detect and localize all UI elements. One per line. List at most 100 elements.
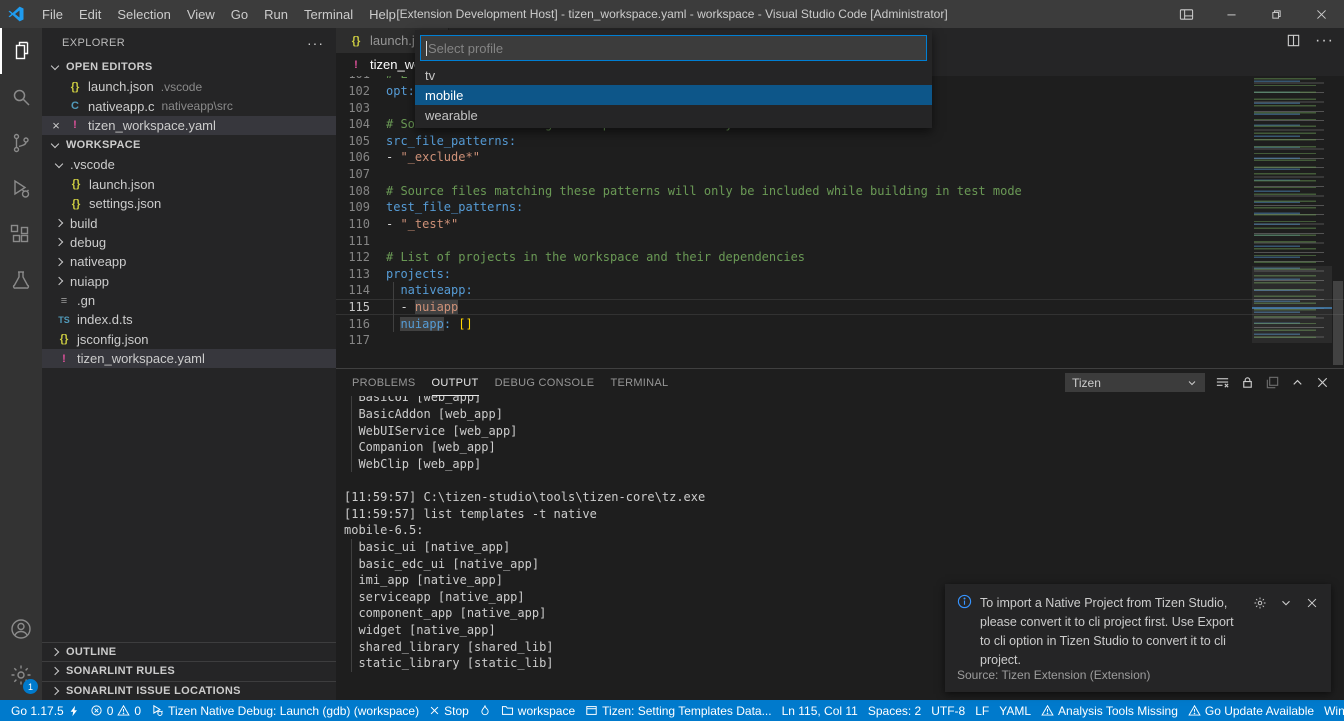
section-sonarlint-issue-locations[interactable]: SONARLINT ISSUE LOCATIONS: [42, 681, 336, 700]
output-indent-guide: [351, 622, 352, 639]
tree-item-jsconfig-json[interactable]: {}jsconfig.json: [42, 330, 336, 349]
workspace-header[interactable]: WORKSPACE: [42, 135, 336, 155]
code-line-114[interactable]: 114 nativeapp:: [336, 282, 1344, 299]
code-line-116[interactable]: 116 nuiapp: []: [336, 315, 1344, 332]
code-line-108[interactable]: 108# Source files matching these pattern…: [336, 182, 1344, 199]
tree-item-launch-json[interactable]: {}launch.json: [42, 175, 336, 194]
statusbar-eol[interactable]: LF: [970, 700, 994, 721]
statusbar-go-version[interactable]: Go 1.17.5: [6, 700, 85, 721]
code-line-115[interactable]: 115 - nuiapp: [336, 299, 1344, 316]
activity-test-beaker-icon[interactable]: [0, 258, 42, 304]
editor-scrollbar[interactable]: [1332, 76, 1344, 368]
quick-pick-option-wearable[interactable]: wearable: [415, 105, 932, 125]
output-channel-select[interactable]: Tizen: [1065, 373, 1205, 392]
notification-chevron-down-icon[interactable]: [1279, 596, 1293, 670]
activity-source-control-icon[interactable]: [0, 120, 42, 166]
statusbar-encoding[interactable]: UTF-8: [926, 700, 970, 721]
tree-item-tizen_workspace-yaml[interactable]: !tizen_workspace.yaml: [42, 349, 336, 368]
notification-source: Source: Tizen Extension (Extension): [957, 668, 1150, 682]
lock-scroll-icon[interactable]: [1240, 375, 1255, 390]
code-line-106[interactable]: 106- "_exclude*": [336, 149, 1344, 166]
statusbar-flame[interactable]: [474, 700, 496, 721]
tree-item--vscode[interactable]: .vscode: [42, 155, 336, 174]
menu-go[interactable]: Go: [223, 0, 256, 28]
close-editor-icon[interactable]: ×: [48, 118, 64, 133]
panel-tab-terminal[interactable]: TERMINAL: [610, 369, 668, 396]
panel-tab-output[interactable]: OUTPUT: [432, 369, 479, 396]
statusbar-analysis-tools[interactable]: Analysis Tools Missing: [1036, 700, 1183, 721]
code-line-107[interactable]: 107: [336, 166, 1344, 183]
activity-explorer-icon[interactable]: [0, 28, 42, 74]
open-editors-header[interactable]: OPEN EDITORS: [42, 57, 336, 77]
open-editor-launch-json[interactable]: {}launch.json.vscode: [42, 77, 336, 96]
statusbar-cursor-position[interactable]: Ln 115, Col 11: [777, 700, 863, 721]
output-line: basic_edc_ui [native_app]: [344, 555, 1344, 572]
open-editor-nativeapp-c[interactable]: Cnativeapp.cnativeapp\src: [42, 96, 336, 115]
open-editor-tizen_workspace-yaml[interactable]: ×!tizen_workspace.yaml: [42, 116, 336, 135]
warning-icon: [117, 704, 130, 717]
menu-edit[interactable]: Edit: [71, 0, 109, 28]
minimize-button[interactable]: [1209, 0, 1254, 28]
statusbar-debug-launch[interactable]: Tizen Native Debug: Launch (gdb) (worksp…: [146, 700, 424, 721]
activity-run-debug-icon[interactable]: [0, 166, 42, 212]
tree-item-build[interactable]: build: [42, 213, 336, 232]
tree-item-settings-json[interactable]: {}settings.json: [42, 194, 336, 213]
code-line-112[interactable]: 112# List of projects in the workspace a…: [336, 249, 1344, 266]
section-sonarlint-rules[interactable]: SONARLINT RULES: [42, 661, 336, 680]
statusbar-workspace[interactable]: workspace: [496, 700, 580, 721]
activity-settings-gear-icon[interactable]: 1: [0, 652, 42, 698]
tree-item-debug[interactable]: debug: [42, 233, 336, 252]
code-line-110[interactable]: 110- "_test*": [336, 216, 1344, 233]
menu-terminal[interactable]: Terminal: [296, 0, 361, 28]
code-line-109[interactable]: 109test_file_patterns:: [336, 199, 1344, 216]
code-token: -: [386, 150, 400, 164]
explorer-more-actions-icon[interactable]: ···: [307, 35, 324, 51]
statusbar-go-update[interactable]: Go Update Available: [1183, 700, 1319, 721]
restore-button[interactable]: [1254, 0, 1299, 28]
menu-run[interactable]: Run: [256, 0, 296, 28]
statusbar-tizen-task[interactable]: Tizen: Setting Templates Data...: [580, 700, 776, 721]
activity-search-icon[interactable]: [0, 74, 42, 120]
quick-pick-option-tv[interactable]: tv: [415, 65, 932, 85]
close-window-button[interactable]: [1299, 0, 1344, 28]
quick-pick-option-mobile[interactable]: mobile: [415, 85, 932, 105]
minimap-viewport[interactable]: [1252, 266, 1332, 343]
tree-item-nativeapp[interactable]: nativeapp: [42, 252, 336, 271]
code-line-105[interactable]: 105src_file_patterns:: [336, 133, 1344, 150]
open-output-in-editor-icon[interactable]: [1265, 375, 1280, 390]
code-line-113[interactable]: 113projects:: [336, 266, 1344, 283]
notification-settings-gear-icon[interactable]: [1253, 596, 1267, 670]
statusbar-text: Go Update Available: [1205, 704, 1314, 718]
statusbar-problems[interactable]: 00: [85, 700, 146, 721]
tree-item--gn[interactable]: ≡.gn: [42, 291, 336, 310]
maximize-panel-icon[interactable]: [1290, 375, 1305, 390]
menu-selection[interactable]: Selection: [109, 0, 178, 28]
activity-extensions-icon[interactable]: [0, 212, 42, 258]
statusbar-indentation[interactable]: Spaces: 2: [863, 700, 926, 721]
tree-item-nuiapp[interactable]: nuiapp: [42, 272, 336, 291]
code-line-117[interactable]: 117: [336, 332, 1344, 349]
split-editor-icon[interactable]: [1286, 33, 1301, 48]
menu-file[interactable]: File: [34, 0, 71, 28]
tree-item-index-d-ts[interactable]: TSindex.d.ts: [42, 310, 336, 329]
line-number: 113: [336, 267, 370, 281]
code-line-111[interactable]: 111: [336, 232, 1344, 249]
editor-scrollbar-slider[interactable]: [1333, 281, 1343, 365]
panel-tab-problems[interactable]: PROBLEMS: [352, 369, 416, 396]
minimap[interactable]: [1252, 76, 1332, 368]
activity-accounts-icon[interactable]: [0, 606, 42, 652]
statusbar-language-mode[interactable]: YAML: [994, 700, 1036, 721]
editor-more-actions-icon[interactable]: ···: [1315, 32, 1334, 50]
menu-view[interactable]: View: [179, 0, 223, 28]
notification-close-icon[interactable]: [1305, 596, 1319, 670]
statusbar-stop[interactable]: Stop: [424, 700, 474, 721]
clear-output-icon[interactable]: [1215, 375, 1230, 390]
panel-tab-debug-console[interactable]: DEBUG CONSOLE: [495, 369, 595, 396]
layout-customize-icon[interactable]: [1164, 0, 1209, 28]
quick-pick-input[interactable]: Select profile: [420, 35, 927, 61]
section-outline[interactable]: OUTLINE: [42, 642, 336, 661]
statusbar-text: 0: [134, 704, 141, 718]
close-panel-icon[interactable]: [1315, 375, 1330, 390]
menu-help[interactable]: Help: [361, 0, 404, 28]
statusbar-platform[interactable]: Win32: [1319, 700, 1344, 721]
